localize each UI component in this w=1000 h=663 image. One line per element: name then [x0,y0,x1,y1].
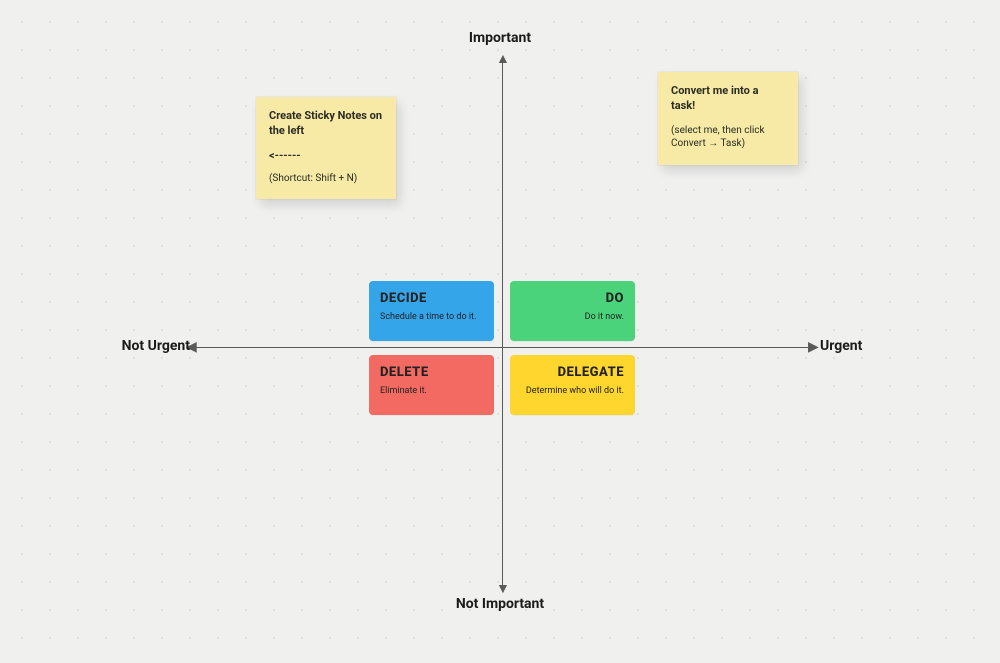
sticky-arrow: <------ [269,149,383,162]
quadrant-subtitle: Determine who will do it. [521,386,624,397]
quadrant-delegate[interactable]: DELEGATE Determine who will do it. [510,355,635,415]
quadrant-decide[interactable]: DECIDE Schedule a time to do it. [369,281,494,341]
axis-horizontal [193,347,813,348]
quadrant-subtitle: Do it now. [521,312,624,323]
quadrant-subtitle: Schedule a time to do it. [380,312,483,323]
sticky-title: Convert me into a task! [671,84,785,114]
axis-label-top: Important [430,30,570,48]
arrow-right-icon: ▶ [808,340,819,354]
sticky-note-convert[interactable]: Convert me into a task! (select me, then… [658,72,798,165]
sticky-subtitle: (Shortcut: Shift + N) [269,172,383,186]
quadrant-title: DO [521,291,624,306]
quadrant-title: DELETE [380,365,483,380]
eisenhower-matrix-canvas[interactable]: ▶ ◀ ▲ ▼ Important Not Important Not Urge… [0,0,1000,663]
arrow-down-icon: ▼ [496,582,510,596]
quadrant-title: DELEGATE [521,365,624,380]
axis-label-bottom: Not Important [430,596,570,614]
sticky-note-create[interactable]: Create Sticky Notes on the left <------ … [256,97,396,199]
arrow-up-icon: ▲ [496,52,510,66]
quadrant-subtitle: Eliminate it. [380,386,483,397]
axis-label-left: Not Urgent [80,338,190,356]
quadrant-delete[interactable]: DELETE Eliminate it. [369,355,494,415]
sticky-title: Create Sticky Notes on the left [269,109,383,139]
axis-label-right: Urgent [820,338,920,356]
axis-vertical [502,60,503,585]
quadrant-title: DECIDE [380,291,483,306]
quadrant-do[interactable]: DO Do it now. [510,281,635,341]
sticky-subtitle: (select me, then click Convert → Task) [671,124,785,151]
